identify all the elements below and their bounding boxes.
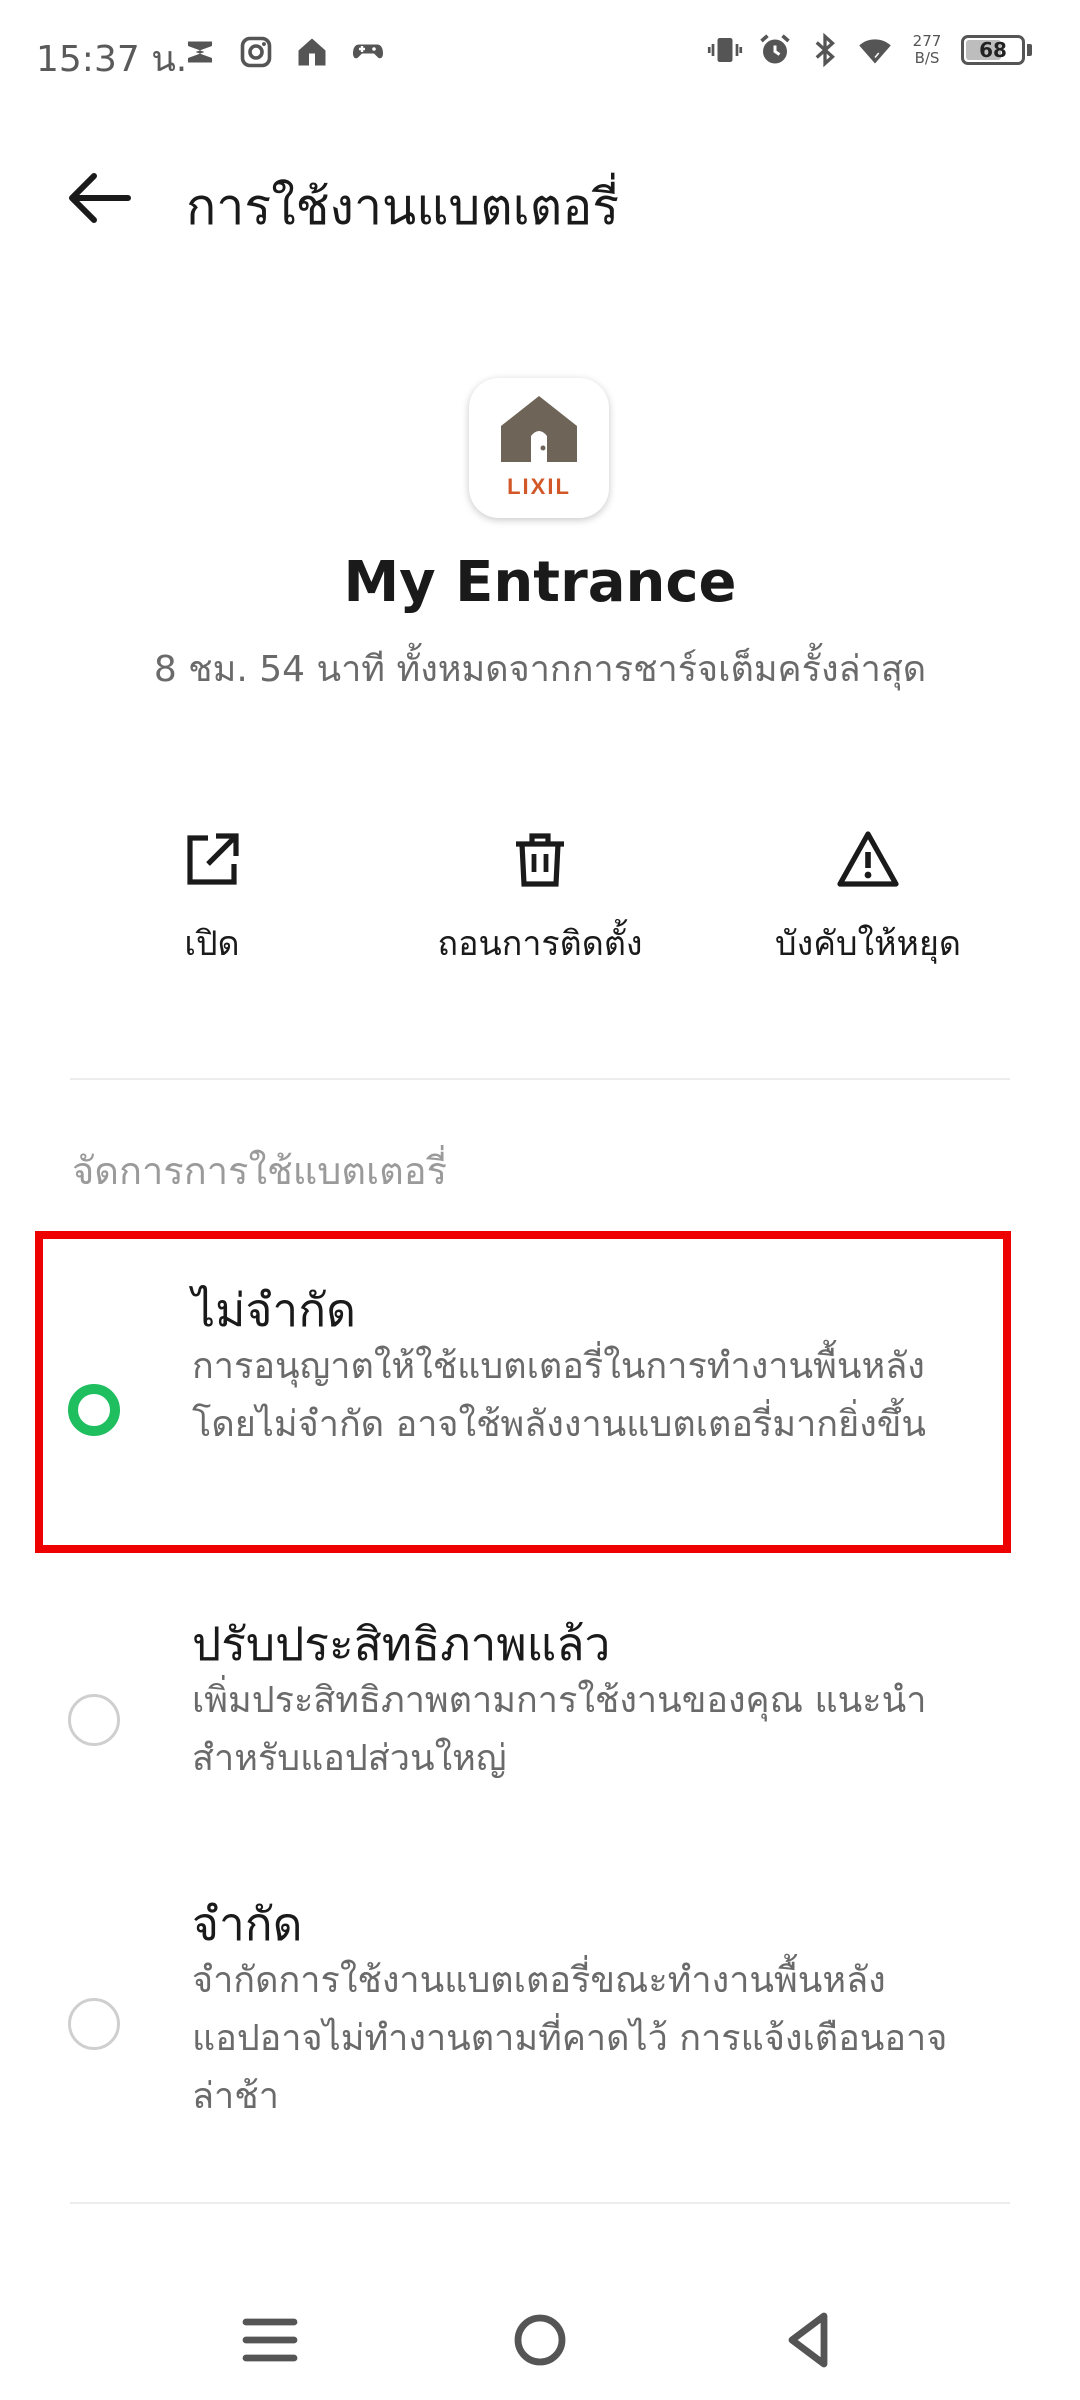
- divider: [70, 2202, 1010, 2204]
- menu-icon[interactable]: [230, 2300, 310, 2380]
- trash-icon: [516, 833, 564, 887]
- section-header: จัดการการใช้แบตเตอรี่: [72, 1149, 447, 1193]
- system-icons: 277 B/S 68: [707, 32, 1032, 68]
- open-button[interactable]: เปิด: [52, 820, 372, 970]
- option-title: ปรับประสิทธิภาพแล้ว: [192, 1617, 611, 1671]
- notification-icons: [182, 34, 386, 70]
- open-button-label: เปิด: [184, 924, 240, 964]
- bluetooth-icon: [815, 32, 835, 68]
- battery-tip: [1027, 44, 1032, 56]
- home-icon[interactable]: [500, 2300, 580, 2380]
- network-speed: 277 B/S: [907, 33, 947, 67]
- back-arrow-icon[interactable]: [60, 158, 140, 238]
- instagram-icon: [240, 36, 272, 68]
- app-icon: LIXIL: [469, 378, 609, 518]
- option-optimized[interactable]: ปรับประสิทธิภาพแล้ว เพิ่มประสิทธิภาพตามก…: [0, 1580, 1080, 1820]
- battery-level: 68: [979, 38, 1007, 62]
- network-speed-value: 277: [912, 32, 942, 50]
- open-external-icon: [187, 833, 239, 885]
- home-app-icon: [298, 38, 326, 66]
- warning-icon: [837, 831, 899, 887]
- radio-optimized[interactable]: [68, 1694, 120, 1746]
- logo-text: LIXIL: [507, 474, 571, 499]
- app-name: My Entrance: [343, 550, 737, 615]
- capcut-icon: [188, 41, 212, 63]
- action-row: เปิด ถอนการติดตั้ง บังคับให้หยุด: [0, 820, 1080, 980]
- uninstall-button[interactable]: ถอนการติดตั้ง: [380, 820, 700, 970]
- radio-restricted[interactable]: [68, 1998, 120, 2050]
- radio-unrestricted[interactable]: [68, 1384, 120, 1436]
- option-title: จำกัด: [192, 1897, 303, 1951]
- navigation-bar: [0, 2280, 1080, 2400]
- lixil-logo: LIXIL: [501, 396, 577, 499]
- divider: [70, 1078, 1010, 1080]
- force-stop-button-label: บังคับให้หยุด: [775, 924, 961, 964]
- option-title: ไม่จำกัด: [192, 1283, 356, 1337]
- vibrate-icon: [707, 38, 743, 62]
- option-restricted[interactable]: จำกัด จำกัดการใช้งานแบตเตอรี่ขณะทำงานพื้…: [0, 1880, 1080, 2160]
- network-speed-unit: B/S: [914, 49, 940, 67]
- option-description: การอนุญาตให้ใช้แบตเตอรี่ในการทำงานพื้นหล…: [192, 1346, 926, 1445]
- alarm-icon: [760, 34, 790, 64]
- app-bar: การใช้งานแบตเตอรี่: [0, 130, 1080, 260]
- option-description: เพิ่มประสิทธิภาพตามการใช้งานของคุณ แนะนำ…: [192, 1680, 927, 1779]
- uninstall-button-label: ถอนการติดตั้ง: [437, 924, 643, 964]
- battery-icon: 68: [961, 35, 1025, 65]
- status-time: 15:37 น.: [36, 39, 188, 80]
- option-description: จำกัดการใช้งานแบตเตอรี่ขณะทำงานพื้นหลัง …: [192, 1960, 948, 2117]
- page-title: การใช้งานแบตเตอรี่: [186, 178, 620, 236]
- status-bar: 15:37 น. 277 B/S 68: [0, 0, 1080, 110]
- force-stop-button[interactable]: บังคับให้หยุด: [708, 820, 1028, 970]
- wifi-icon: [859, 39, 891, 64]
- usage-summary: 8 ชม. 54 นาที ทั้งหมดจากการชาร์จเต็มครั้…: [153, 649, 927, 690]
- option-unrestricted[interactable]: ไม่จำกัด การอนุญาตให้ใช้แบตเตอรี่ในการทำ…: [0, 1250, 1080, 1540]
- game-controller-icon: [353, 44, 383, 59]
- back-icon[interactable]: [770, 2300, 850, 2380]
